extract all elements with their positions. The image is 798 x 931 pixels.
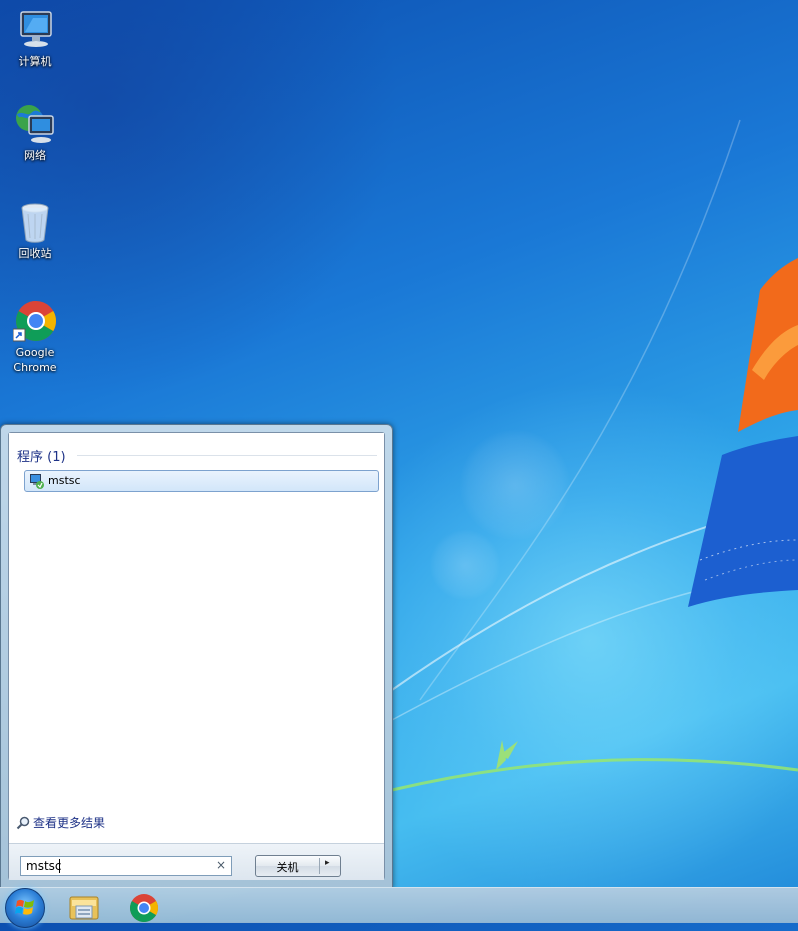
windows-logo-icon [15, 899, 34, 915]
computer-icon [13, 8, 57, 52]
desktop-icon-label: 计算机 [18, 55, 52, 68]
shutdown-label: 关机 [276, 861, 299, 874]
desktop-icon-computer[interactable]: 计算机 [0, 8, 70, 69]
taskbar [0, 887, 798, 928]
shutdown-separator [319, 858, 320, 874]
desktop-icon-label: Google Chrome [13, 346, 57, 374]
desktop-icon-label: 回收站 [18, 247, 52, 260]
search-input[interactable]: mstsc × [20, 856, 232, 876]
file-explorer-icon [69, 896, 99, 920]
remote-desktop-icon [29, 473, 45, 489]
desktop-icon-network[interactable]: 网络 [0, 102, 70, 163]
desktop: 计算机 网络 回收站 Google Chrome 程序 (1) mstsc 查看… [0, 0, 798, 887]
see-more-results-link[interactable]: 查看更多结果 [16, 814, 105, 831]
start-menu-panel: 程序 (1) mstsc 查看更多结果 mstsc × 关机 ▸ [8, 432, 385, 880]
file-explorer-taskbar-button[interactable] [64, 891, 104, 923]
header-divider [77, 455, 377, 456]
text-caret [59, 859, 60, 873]
result-item-label: mstsc [48, 474, 81, 487]
recycle-bin-icon [13, 200, 57, 244]
search-input-value: mstsc [26, 859, 62, 873]
search-icon [16, 816, 30, 830]
start-button[interactable] [5, 888, 45, 928]
programs-header: 程序 (1) [17, 450, 66, 465]
chrome-taskbar-button[interactable] [124, 891, 164, 923]
chrome-icon [130, 894, 158, 922]
desktop-icon-chrome[interactable]: Google Chrome [0, 299, 70, 375]
result-item-mstsc[interactable]: mstsc [24, 470, 379, 492]
shutdown-options-arrow-icon[interactable]: ▸ [325, 858, 330, 868]
network-icon [13, 102, 57, 146]
start-menu: 程序 (1) mstsc 查看更多结果 mstsc × 关机 ▸ [0, 424, 393, 887]
shutdown-button[interactable]: 关机 ▸ [255, 855, 341, 877]
chrome-icon [12, 299, 57, 343]
desktop-icon-recycle-bin[interactable]: 回收站 [0, 200, 70, 261]
desktop-icon-label: 网络 [24, 149, 46, 162]
start-menu-bottom-bar: mstsc × 关机 ▸ [9, 843, 384, 880]
see-more-label: 查看更多结果 [33, 816, 106, 830]
search-results: 程序 (1) mstsc 查看更多结果 [9, 433, 384, 843]
clear-search-icon[interactable]: × [216, 858, 226, 872]
